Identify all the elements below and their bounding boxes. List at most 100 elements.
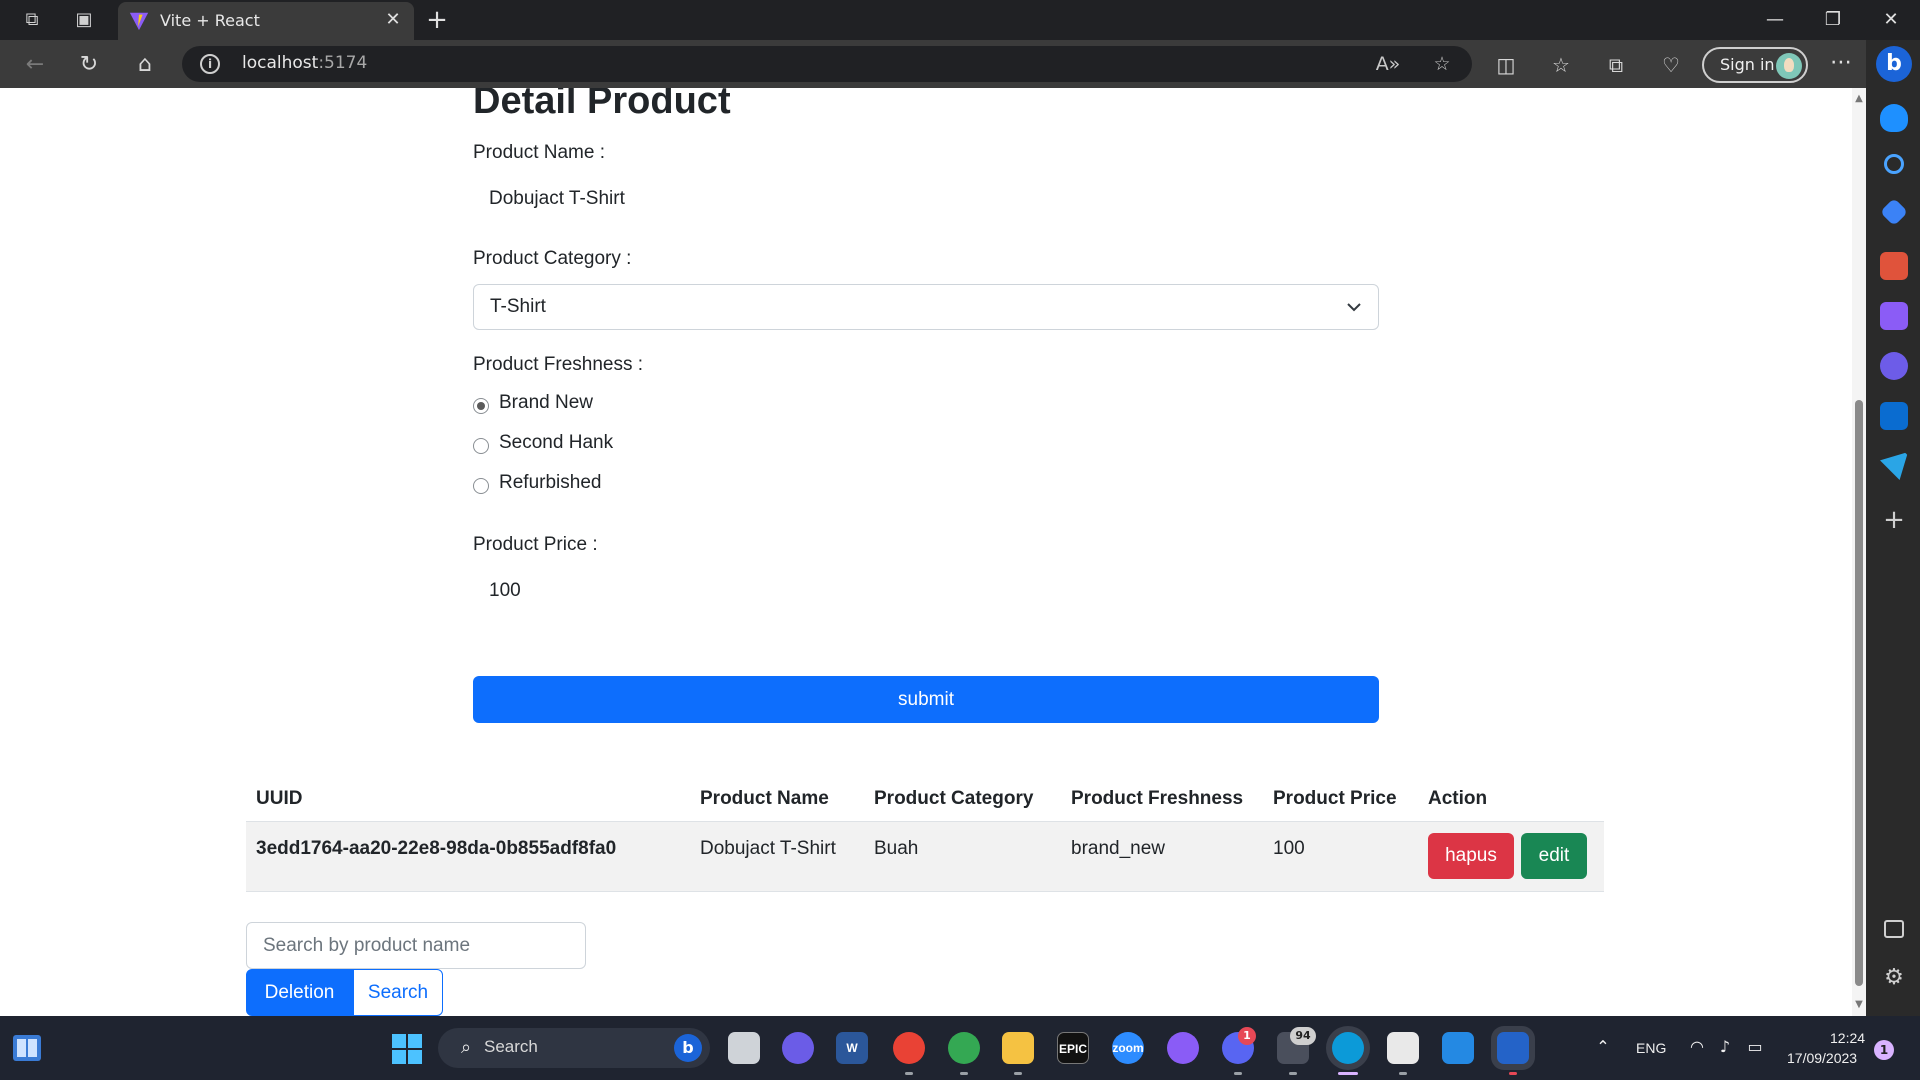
product-freshness-label: Product Freshness : (473, 354, 644, 375)
settings-gear-icon[interactable]: ⚙ (1880, 964, 1908, 992)
search-icon: ⌕ (460, 1037, 472, 1058)
header-product-category: Product Category (874, 788, 1034, 809)
security-shield-icon[interactable] (1497, 1032, 1529, 1064)
epic-games-icon[interactable]: EPIC (1057, 1032, 1089, 1064)
performance-icon[interactable]: ♡ (1656, 50, 1686, 80)
notifications-bell-icon[interactable] (1880, 104, 1908, 132)
delete-button[interactable]: hapus (1428, 833, 1514, 879)
cell-product-category: Buah (874, 838, 919, 859)
microsoft365-icon[interactable] (1880, 352, 1908, 380)
language-indicator[interactable]: ENG (1636, 1040, 1666, 1056)
chevron-up-icon[interactable]: ⌃ (1592, 1036, 1614, 1058)
github-icon[interactable] (1167, 1032, 1199, 1064)
minimize-icon[interactable]: — (1750, 4, 1800, 36)
search-icon[interactable] (1884, 154, 1904, 174)
running-indicator (960, 1072, 968, 1075)
cell-product-freshness: brand_new (1071, 838, 1166, 859)
running-indicator (1509, 1072, 1517, 1075)
refresh-icon[interactable]: ↻ (74, 50, 104, 80)
battery-icon[interactable]: ▭ (1744, 1036, 1766, 1058)
radio-label: Brand New (499, 392, 593, 413)
clock-date[interactable]: 17/09/2023 (1787, 1050, 1857, 1066)
tab-vite-react[interactable]: Vite + React ✕ (118, 2, 414, 40)
url-field[interactable]: i localhost:5174 A» ☆ (182, 46, 1472, 82)
collections-icon[interactable]: ⧉ (1601, 50, 1631, 80)
radio-second-hank[interactable] (473, 438, 489, 454)
back-icon[interactable]: ← (20, 50, 50, 80)
active-indicator (1338, 1072, 1358, 1075)
scroll-down-icon[interactable]: ▼ (1854, 1000, 1864, 1010)
close-tab-icon[interactable]: ✕ (382, 9, 404, 31)
running-indicator (1399, 1072, 1407, 1075)
running-indicator (1014, 1072, 1022, 1075)
chevron-down-icon (1347, 303, 1361, 312)
radio-label: Second Hank (499, 432, 614, 453)
close-window-icon[interactable]: ✕ (1866, 4, 1916, 36)
vscode-icon[interactable] (1442, 1032, 1474, 1064)
sidebar-toggle-icon[interactable] (1884, 920, 1904, 938)
add-sidebar-icon[interactable]: + (1880, 506, 1908, 534)
site-info-icon[interactable]: i (200, 54, 220, 74)
shopping-tag-icon[interactable] (1879, 197, 1909, 227)
scroll-thumb[interactable] (1855, 400, 1863, 986)
header-product-price: Product Price (1273, 788, 1397, 809)
restore-icon[interactable]: ❐ (1808, 4, 1858, 36)
sign-in-button[interactable]: Sign in (1702, 47, 1808, 83)
task-view-icon[interactable] (728, 1032, 760, 1064)
table-header: UUID Product Name Product Category Produ… (246, 780, 1604, 822)
send-drop-icon[interactable] (1880, 452, 1908, 480)
cell-product-price: 100 (1273, 838, 1305, 859)
windows-start-icon[interactable] (392, 1034, 422, 1064)
teams-chat-icon[interactable] (782, 1032, 814, 1064)
workspaces-icon[interactable]: ⧉ (20, 8, 44, 32)
widgets-icon[interactable] (12, 1034, 42, 1062)
product-price-input[interactable] (473, 568, 1377, 614)
wifi-icon[interactable]: ◠ (1686, 1036, 1708, 1058)
volume-icon[interactable]: ♪ (1714, 1036, 1736, 1058)
sign-in-label: Sign in (1720, 55, 1775, 74)
running-indicator (905, 1072, 913, 1075)
zoom-icon[interactable]: zoom (1112, 1032, 1144, 1064)
outlook-icon[interactable] (1880, 402, 1908, 430)
deletion-button[interactable]: Deletion (246, 969, 353, 1016)
cell-uuid: 3edd1764-aa20-22e8-98da-0b855adf8fa0 (256, 838, 617, 859)
clock-time[interactable]: 12:24 (1830, 1030, 1865, 1046)
submit-button[interactable]: submit (473, 676, 1379, 723)
edge-icon[interactable] (1332, 1032, 1364, 1064)
tools-briefcase-icon[interactable] (1880, 252, 1908, 280)
read-aloud-icon[interactable]: A» (1374, 50, 1402, 78)
running-indicator (1289, 1072, 1297, 1075)
bing-copilot-icon[interactable]: b (1876, 46, 1912, 82)
page-scrollbar[interactable]: ▲ ▼ (1852, 88, 1866, 1016)
windows-taskbar: ⌕ Search b W EPIC zoom 1 94 ⌃ ENG ◠ ♪ ▭ … (0, 1016, 1920, 1080)
tab-actions-icon[interactable]: ▣ (72, 8, 96, 32)
discord-badge: 1 (1238, 1027, 1256, 1045)
search-input[interactable] (246, 922, 586, 969)
radio-refurbished[interactable] (473, 478, 489, 494)
search-button[interactable]: Search (353, 969, 443, 1016)
chrome-profile-icon[interactable] (948, 1032, 980, 1064)
games-icon[interactable] (1880, 302, 1908, 330)
taskbar-search-box[interactable]: ⌕ Search b (438, 1028, 710, 1068)
split-screen-icon[interactable]: ◫ (1491, 50, 1521, 80)
more-options-icon[interactable]: ⋯ (1826, 50, 1856, 80)
notification-badge[interactable]: 1 (1874, 1040, 1894, 1060)
snipping-tool-icon[interactable] (1387, 1032, 1419, 1064)
favorite-star-icon[interactable]: ☆ (1428, 50, 1456, 78)
edge-sidebar: b + ⚙ (1866, 40, 1920, 1016)
new-tab-icon[interactable]: + (422, 5, 452, 35)
chrome-icon[interactable] (893, 1032, 925, 1064)
scroll-up-icon[interactable]: ▲ (1854, 94, 1864, 104)
word-icon[interactable]: W (836, 1032, 868, 1064)
home-icon[interactable]: ⌂ (130, 50, 160, 80)
edit-button[interactable]: edit (1521, 833, 1587, 879)
favorites-icon[interactable]: ☆ (1546, 50, 1576, 80)
bing-icon: b (674, 1034, 702, 1062)
product-price-label: Product Price : (473, 534, 598, 555)
file-explorer-icon[interactable] (1002, 1032, 1034, 1064)
product-category-select[interactable]: T-Shirt (473, 284, 1379, 330)
product-name-input[interactable] (473, 176, 1377, 222)
browser-title-bar: ⧉ ▣ Vite + React ✕ + — ❐ ✕ (0, 0, 1920, 40)
header-product-name: Product Name (700, 788, 829, 809)
radio-brand-new[interactable] (473, 398, 489, 414)
